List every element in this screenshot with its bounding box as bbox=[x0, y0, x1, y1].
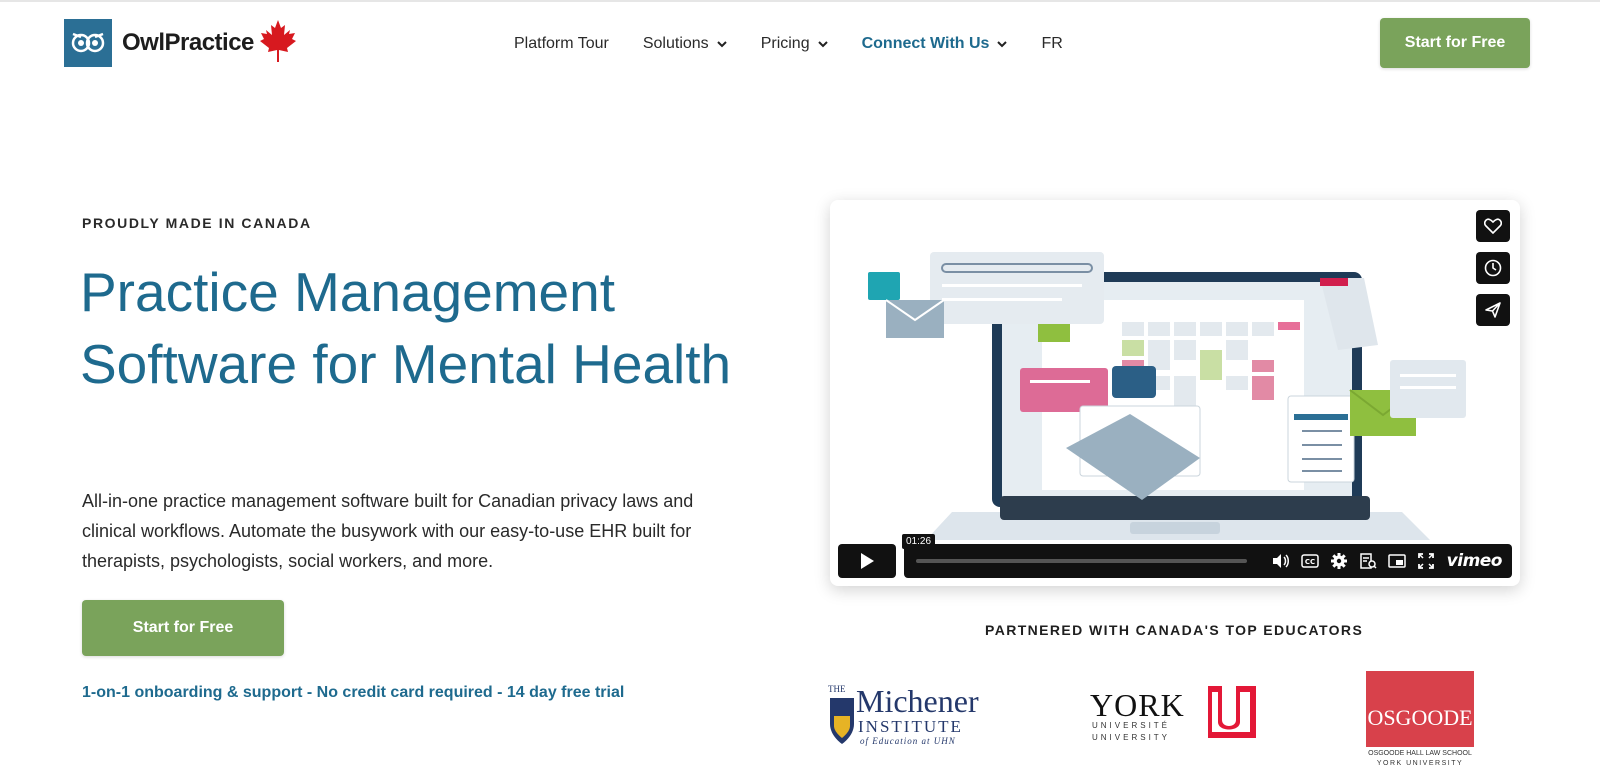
chevron-down-icon bbox=[817, 41, 828, 48]
settings-gear-icon[interactable] bbox=[1330, 552, 1348, 570]
nav-solutions[interactable]: Solutions bbox=[643, 30, 727, 58]
fullscreen-icon[interactable] bbox=[1417, 552, 1435, 570]
watch-later-button[interactable] bbox=[1476, 252, 1510, 284]
video-thumbnail-illustration bbox=[868, 252, 1466, 574]
michener-institute: INSTITUTE bbox=[858, 717, 963, 736]
video-player[interactable]: 01:26 CC vimeo bbox=[830, 200, 1520, 586]
captions-icon[interactable]: CC bbox=[1300, 552, 1319, 570]
michener-subtitle: of Education at UHN bbox=[860, 736, 956, 746]
hero-kicker: PROUDLY MADE IN CANADA bbox=[82, 215, 312, 231]
nav-label: Connect With Us bbox=[861, 35, 990, 52]
header-start-free-button[interactable]: Start for Free bbox=[1380, 18, 1530, 68]
nav-language-fr[interactable]: FR bbox=[1041, 30, 1062, 58]
nav-label: Pricing bbox=[760, 35, 810, 52]
chevron-down-icon bbox=[997, 41, 1008, 48]
video-side-actions bbox=[1476, 210, 1510, 326]
vimeo-logo[interactable]: vimeo bbox=[1447, 551, 1503, 571]
like-button[interactable] bbox=[1476, 210, 1510, 242]
hero-description: All-in-one practice management software … bbox=[82, 491, 694, 571]
picture-in-picture-icon[interactable] bbox=[1387, 552, 1406, 570]
york-name: YORK bbox=[1090, 687, 1185, 723]
heart-icon bbox=[1484, 218, 1502, 234]
michener-name: Michener bbox=[856, 683, 979, 719]
send-icon bbox=[1485, 302, 1501, 318]
michener-institute-logo: THE Michener INSTITUTE of Education at U… bbox=[828, 680, 998, 750]
osgoode-name: OSGOODE bbox=[1367, 705, 1472, 730]
owl-icon bbox=[64, 19, 112, 67]
video-controls: CC vimeo bbox=[838, 544, 1512, 578]
maple-leaf-icon bbox=[258, 18, 298, 69]
nav-label: Platform Tour bbox=[514, 35, 609, 52]
top-border bbox=[0, 0, 1600, 2]
nav-pricing[interactable]: Pricing bbox=[761, 30, 828, 58]
nav-label: FR bbox=[1041, 35, 1063, 52]
brand-logo[interactable]: OwlPractice bbox=[64, 18, 298, 68]
nav-connect-with-us[interactable]: Connect With Us bbox=[862, 30, 1008, 58]
share-button[interactable] bbox=[1476, 294, 1510, 326]
volume-icon[interactable] bbox=[1272, 552, 1290, 570]
nav-platform-tour[interactable]: Platform Tour bbox=[514, 30, 609, 58]
play-icon bbox=[861, 553, 874, 569]
york-university-logo: YORK UNIVERSITÉ UNIVERSITY bbox=[1090, 686, 1260, 746]
partners-title: PARTNERED WITH CANADA'S TOP EDUCATORS bbox=[985, 622, 1364, 638]
michener-the: THE bbox=[828, 684, 846, 694]
hero-start-free-button[interactable]: Start for Free bbox=[82, 600, 284, 656]
brand-name: OwlPractice bbox=[122, 29, 254, 56]
york-university: UNIVERSITY bbox=[1092, 733, 1170, 742]
video-control-strip: CC vimeo bbox=[904, 544, 1512, 578]
nav-label: Solutions bbox=[642, 35, 709, 52]
clock-icon bbox=[1484, 259, 1502, 277]
chevron-down-icon bbox=[716, 41, 727, 48]
hero-subnote: 1-on-1 onboarding & support - No credit … bbox=[82, 684, 625, 701]
play-button[interactable] bbox=[838, 544, 896, 578]
osgoode-hall-logo: OSGOODE OSGOODE HALL LAW SCHOOL YORK UNI… bbox=[1366, 671, 1474, 769]
hero-headline: Practice Management Software for Mental … bbox=[80, 261, 732, 395]
transcript-icon[interactable] bbox=[1359, 552, 1377, 570]
osgoode-school: OSGOODE HALL LAW SCHOOL bbox=[1368, 750, 1472, 757]
svg-text:CC: CC bbox=[1305, 558, 1315, 566]
main-nav: Platform Tour Solutions Pricing Connect … bbox=[514, 30, 1097, 58]
osgoode-york: YORK UNIVERSITY bbox=[1377, 760, 1463, 767]
york-universite: UNIVERSITÉ bbox=[1092, 721, 1170, 730]
video-progress-bar[interactable] bbox=[916, 559, 1247, 563]
